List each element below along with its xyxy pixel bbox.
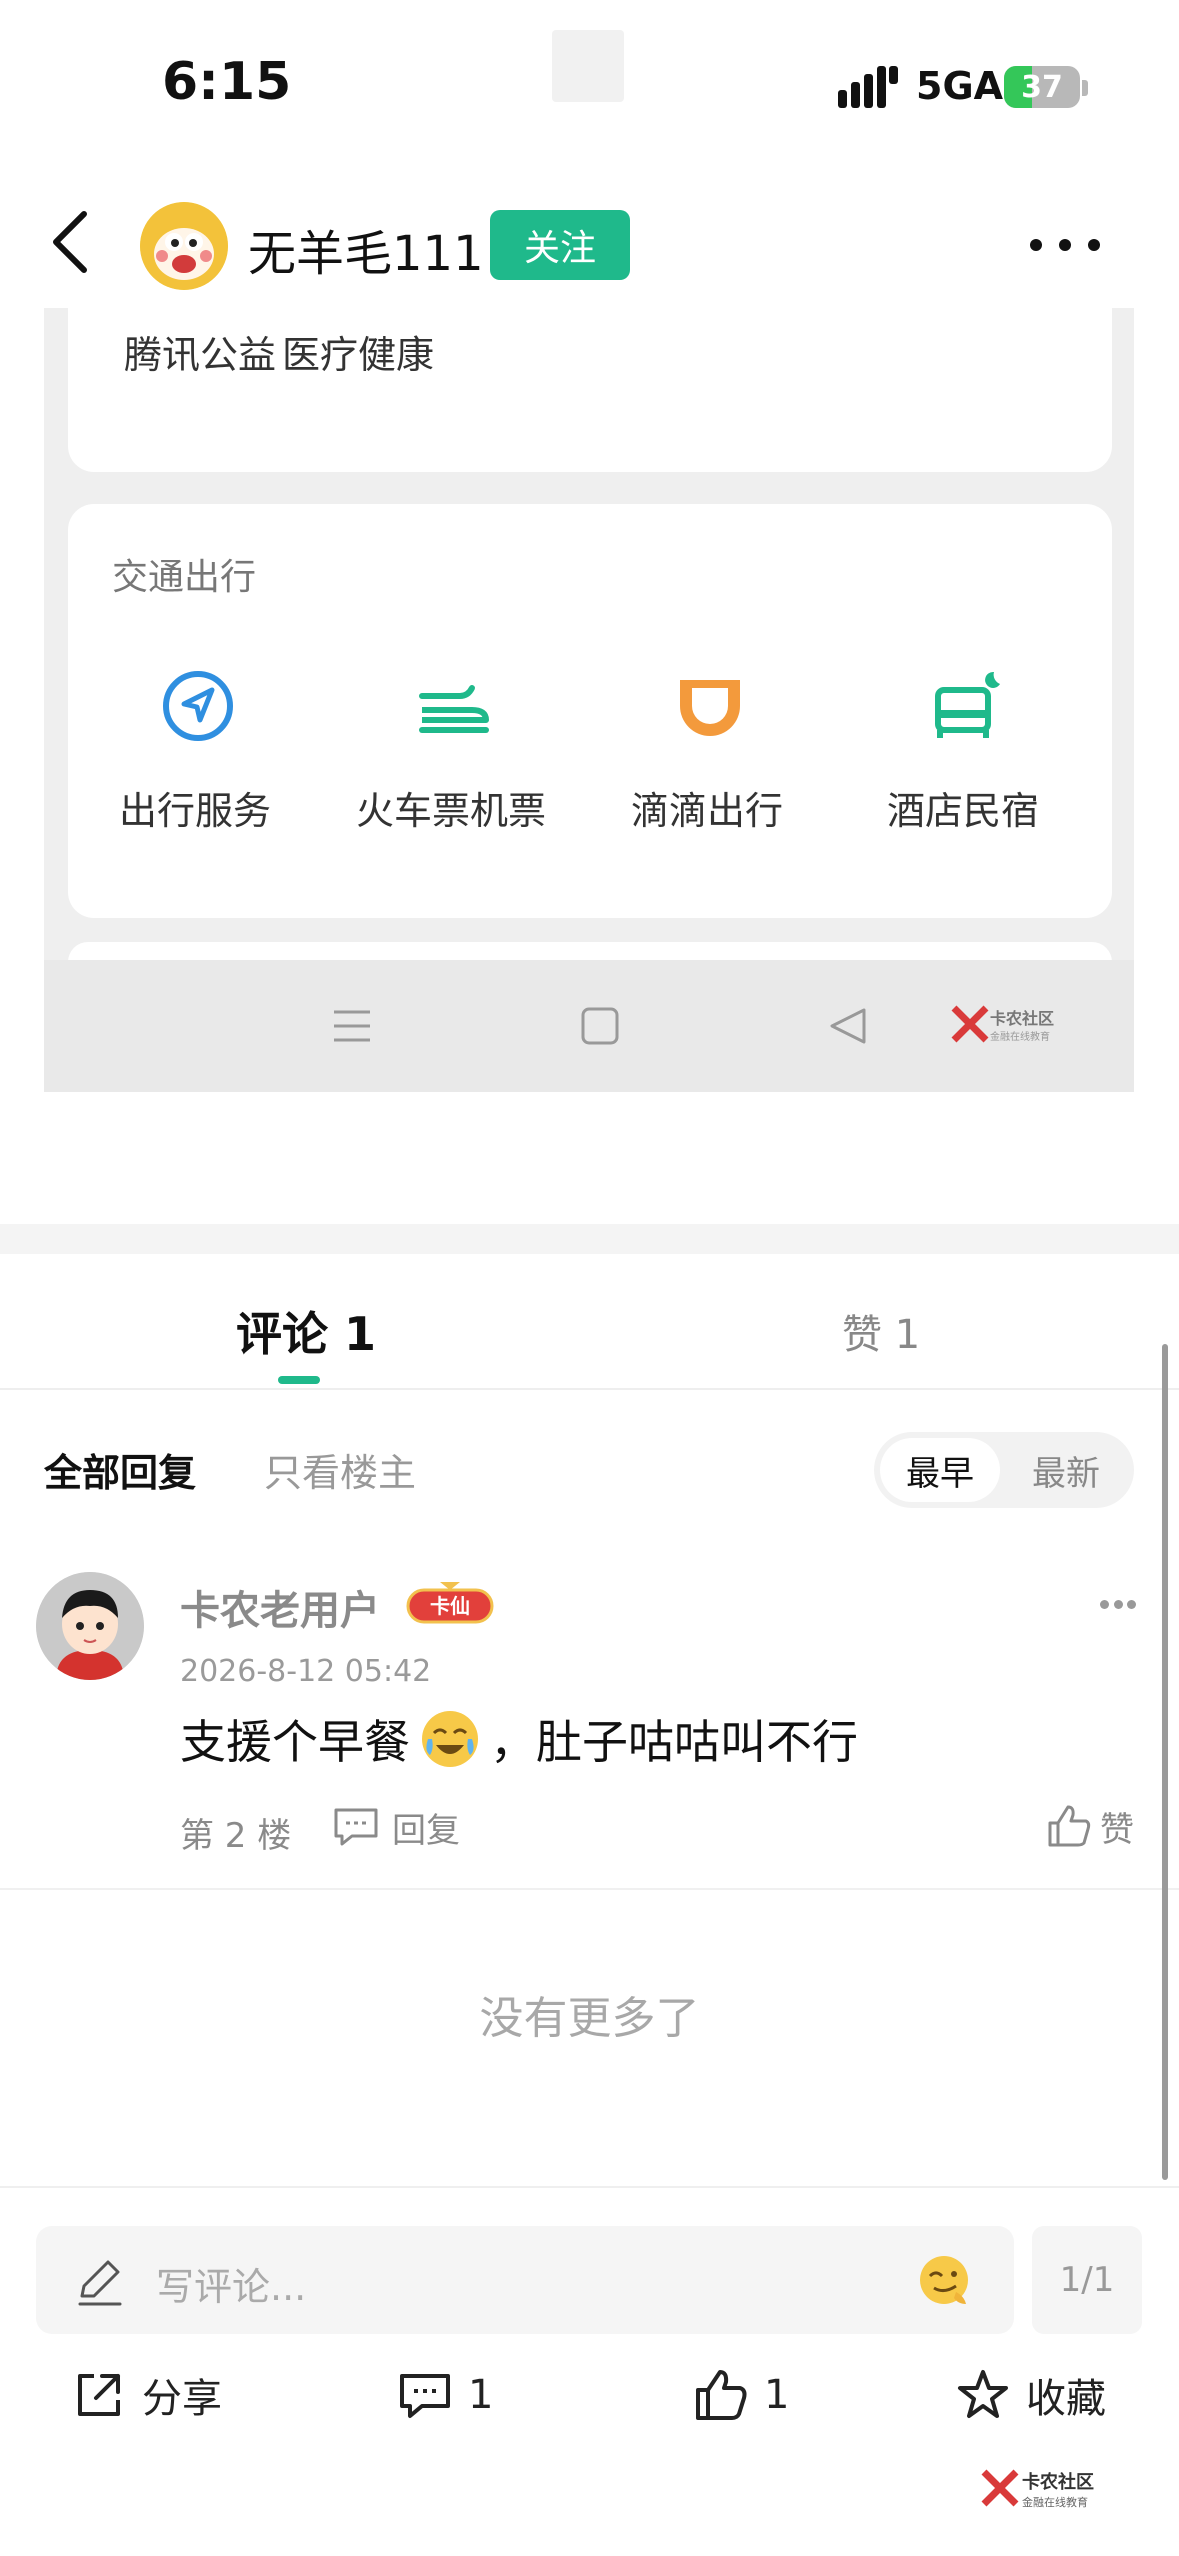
post-image[interactable]: 腾讯公益 医疗健康 交通出行 出行服务 火车票机票 滴滴出行 酒店民宿 卡农社区… — [44, 298, 1134, 1092]
service-label: 出行服务 — [118, 789, 271, 833]
service-label: 滴滴出行 — [630, 789, 783, 833]
emoji-icon[interactable] — [916, 2252, 972, 2308]
kanong-watermark-logo: 卡农社区 金融在线教育 — [981, 2469, 1094, 2509]
comment-like-button[interactable]: 赞 — [1046, 1800, 1134, 1852]
thumbs-up-icon — [1048, 1805, 1091, 1847]
like-button[interactable]: 1 — [694, 2362, 789, 2428]
transport-title: 交通出行 — [112, 557, 257, 598]
bottom-divider — [0, 2186, 1179, 2188]
input-placeholder: 写评论... — [156, 2265, 307, 2309]
battery-icon: 37 — [1004, 66, 1080, 108]
pen-icon — [78, 2260, 122, 2306]
comment-text-part: ，肚子咕咕叫不行 — [490, 1715, 858, 1769]
page-indicator[interactable]: 1/1 — [1032, 2226, 1142, 2334]
status-center-placeholder — [552, 30, 624, 102]
service-label: 酒店民宿 — [886, 789, 1039, 833]
svg-text:卡农社区: 卡农社区 — [990, 1009, 1054, 1028]
navigation-arrow-icon — [163, 671, 233, 741]
tab-likes[interactable]: 赞 1 — [842, 1302, 920, 1360]
author-name[interactable]: 无羊毛111 — [248, 214, 484, 284]
no-more-text: 没有更多了 — [479, 1993, 700, 2044]
filter-all-replies[interactable]: 全部回复 — [44, 1442, 196, 1497]
comments-button[interactable]: 1 — [398, 2362, 493, 2428]
share-label: 分享 — [142, 2376, 222, 2422]
status-bar: 6:15 5GA 37 — [0, 0, 1179, 170]
cartoon-boy-avatar-icon — [36, 1572, 144, 1680]
reply-button[interactable]: 回复 — [332, 1802, 460, 1852]
sort-toggle: 最早 最新 — [874, 1432, 1134, 1508]
link-medical-health: 医疗健康 — [282, 333, 435, 377]
service-hotel: 酒店民宿 — [848, 668, 1078, 868]
status-time: 6:15 — [162, 52, 292, 112]
reply-label: 回复 — [392, 1810, 460, 1851]
comment-text: 支援个早餐 ，肚子咕咕叫不行 — [180, 1706, 858, 1772]
cartoon-avatar-icon — [140, 202, 228, 290]
svg-text:卡仙: 卡仙 — [430, 1594, 470, 1618]
author-avatar[interactable] — [140, 202, 228, 290]
comment-item: 卡农老用户 卡仙 2026-8-12 05:42 支援个早餐 ，肚子咕咕叫不行 … — [0, 1560, 1179, 1890]
favorite-label: 收藏 — [1026, 2376, 1106, 2422]
commenter-avatar[interactable] — [36, 1572, 144, 1680]
star-icon — [958, 2370, 1008, 2418]
active-tab-indicator — [278, 1376, 320, 1384]
section-divider — [0, 1224, 1179, 1254]
service-travel: 出行服务 — [80, 668, 310, 868]
kanong-watermark-logo: 卡农社区 金融在线教育 — [951, 1005, 1054, 1043]
comment-text-part: 支援个早餐 — [180, 1715, 410, 1769]
crying-laughing-emoji-icon — [422, 1711, 478, 1767]
service-train: 火车票机票 — [336, 668, 566, 868]
menu-icon — [334, 1010, 370, 1042]
follow-button[interactable]: 关注 — [490, 210, 630, 280]
transport-card: 交通出行 出行服务 火车票机票 滴滴出行 酒店民宿 — [68, 504, 1112, 918]
tab-comments[interactable]: 评论 1 — [236, 1298, 376, 1364]
comment-bubble-icon — [400, 2374, 450, 2418]
svg-text:金融在线教育: 金融在线教育 — [990, 1030, 1050, 1043]
battery-cap — [1082, 80, 1088, 96]
comments-count: 1 — [468, 2372, 494, 2418]
more-options-icon[interactable] — [1020, 220, 1110, 270]
next-card-edge — [68, 942, 1112, 962]
link-tencent-charity: 腾讯公益 — [124, 333, 277, 377]
commenter-name[interactable]: 卡农老用户 — [180, 1578, 380, 1636]
filter-op-only[interactable]: 只看楼主 — [264, 1442, 416, 1497]
didi-icon — [680, 680, 740, 736]
comment-time: 2026-8-12 05:42 — [180, 1654, 432, 1689]
comment-more-icon[interactable] — [1100, 1600, 1136, 1612]
sort-earliest-button[interactable]: 最早 — [880, 1438, 1000, 1502]
reply-bubble-icon — [334, 1808, 378, 1846]
network-label: 5GA — [916, 64, 1004, 108]
service-didi: 滴滴出行 — [592, 668, 822, 868]
services-card-top: 腾讯公益 医疗健康 — [68, 298, 1112, 472]
comment-tabs: 评论 1 赞 1 — [0, 1254, 1179, 1390]
favorite-button[interactable]: 收藏 — [956, 2362, 1106, 2428]
home-square-icon — [581, 1007, 619, 1045]
comment-floor: 第 2 楼 — [180, 1816, 292, 1856]
svg-text:卡农社区: 卡农社区 — [1022, 2471, 1094, 2493]
user-level-badge: 卡仙 — [406, 1582, 494, 1624]
back-icon[interactable] — [34, 202, 114, 282]
share-button[interactable]: 分享 — [72, 2362, 222, 2428]
thumbs-up-icon — [696, 2370, 747, 2420]
battery-level: 37 — [1021, 69, 1063, 105]
scrollbar[interactable] — [1162, 1344, 1168, 2180]
svg-text:金融在线教育: 金融在线教育 — [1022, 2495, 1088, 2509]
sort-latest-button[interactable]: 最新 — [1006, 1438, 1126, 1502]
back-triangle-icon — [830, 1008, 866, 1044]
share-icon — [78, 2374, 120, 2416]
hotel-bed-icon — [935, 671, 1000, 738]
signal-icon — [838, 66, 898, 108]
system-nav-bar: 卡农社区 金融在线教育 — [44, 960, 1134, 1092]
comment-input[interactable]: 写评论... — [36, 2226, 1014, 2334]
like-label: 赞 — [1100, 1809, 1134, 1850]
train-icon — [419, 685, 489, 733]
service-label: 火车票机票 — [355, 789, 546, 833]
likes-count: 1 — [764, 2372, 790, 2418]
